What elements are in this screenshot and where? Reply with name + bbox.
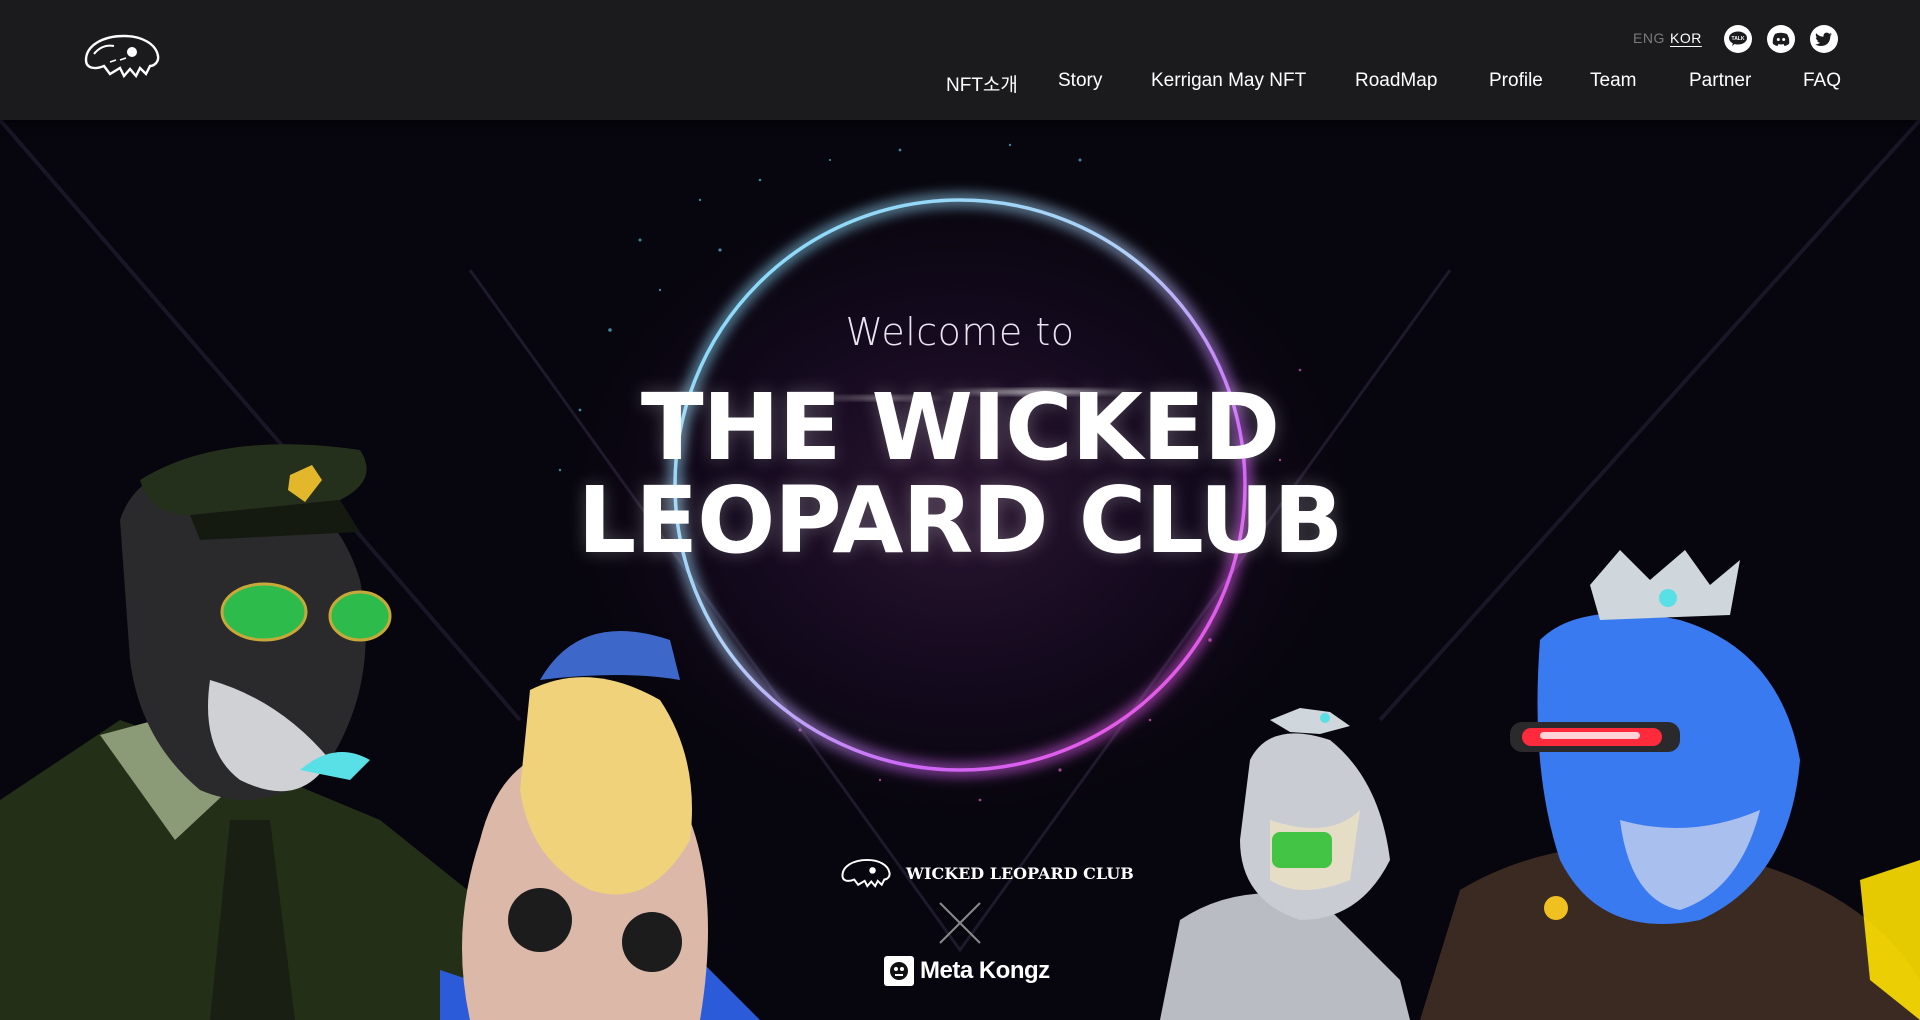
leopard-skull-icon (841, 858, 891, 888)
collab-brand2-text: Meta Kongz (920, 957, 1050, 984)
cap-leopard-figure (440, 631, 760, 1020)
lang-kor-link[interactable]: KOR (1670, 30, 1702, 46)
hero-title-line1: THE WICKED (640, 374, 1280, 481)
collab-cross-icon (939, 902, 981, 944)
nav-item-partner[interactable]: Partner (1689, 70, 1751, 92)
blue-leopard-figure (1420, 550, 1920, 1020)
nav-item-roadmap[interactable]: RoadMap (1355, 70, 1437, 92)
kong-icon (884, 956, 914, 986)
hero-section: Welcome to THE WICKED LEOPARD CLUB WICKE… (0, 120, 1920, 1020)
leopard-skull-logo[interactable] (80, 30, 164, 82)
twitter-icon[interactable] (1810, 25, 1838, 53)
robot-leopard-figure (1160, 708, 1410, 1020)
nav-item-nft-intro[interactable]: NFT소개 (946, 70, 1018, 97)
svg-text:TALK: TALK (1732, 36, 1745, 42)
welcome-text: Welcome to (845, 310, 1075, 354)
site-header: ENG KOR TALK NFT소개 Story Kerrigan May NF… (0, 0, 1920, 120)
hero-title-line2: LEOPARD CLUB (577, 467, 1344, 574)
wicked-leopard-club-logo: WICKED LEOPARD CLUB (834, 856, 1134, 890)
discord-icon[interactable] (1767, 25, 1795, 53)
kakaotalk-icon[interactable]: TALK (1724, 25, 1752, 53)
lang-eng-link[interactable]: ENG (1633, 30, 1665, 46)
nav-item-story[interactable]: Story (1058, 70, 1102, 92)
collab-brand1-text: WICKED LEOPARD CLUB (906, 863, 1134, 883)
nav-item-faq[interactable]: FAQ (1803, 70, 1841, 92)
meta-kongz-logo: Meta Kongz (884, 956, 1050, 986)
nav-item-team[interactable]: Team (1590, 70, 1636, 92)
nav-item-kerrigan-may-nft[interactable]: Kerrigan May NFT (1151, 70, 1306, 92)
nav-item-profile[interactable]: Profile (1489, 70, 1543, 92)
